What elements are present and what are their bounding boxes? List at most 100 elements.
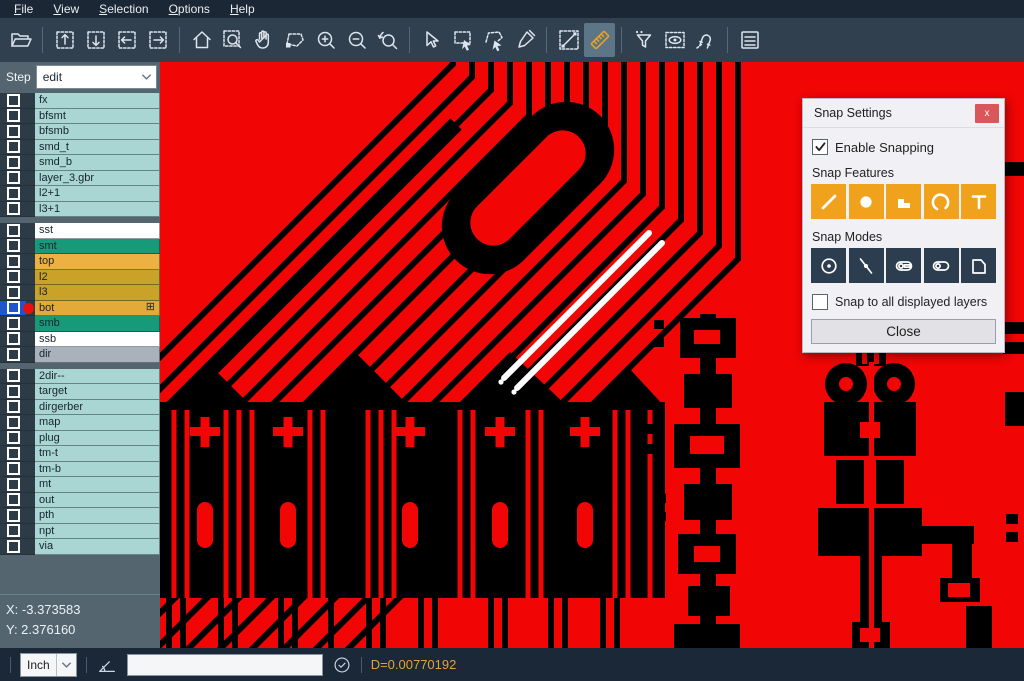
select-arrow-button[interactable] xyxy=(416,23,447,57)
layer-row[interactable]: smt ⊞ xyxy=(0,239,160,255)
snap-mode-slot-filled-button[interactable] xyxy=(886,248,921,283)
layer-visibility-checkbox[interactable] xyxy=(0,186,26,202)
layer-row[interactable]: tm-b ⊞ xyxy=(0,462,160,478)
filter-button[interactable] xyxy=(628,23,659,57)
pan-hand-button[interactable] xyxy=(248,23,279,57)
zoom-previous-button[interactable] xyxy=(372,23,403,57)
layer-visibility-checkbox[interactable] xyxy=(0,202,26,218)
pan-down-button[interactable] xyxy=(80,23,111,57)
layer-visibility-checkbox[interactable] xyxy=(0,462,26,478)
close-button[interactable]: Close xyxy=(811,319,996,344)
layer-row[interactable]: bot ⊞ xyxy=(0,301,160,317)
command-input[interactable] xyxy=(127,654,323,676)
layer-visibility-checkbox[interactable] xyxy=(0,384,26,400)
layer-row[interactable]: 2dir-- ⊞ xyxy=(0,369,160,385)
layer-row[interactable]: sst ⊞ xyxy=(0,223,160,239)
snap-feature-arc-button[interactable] xyxy=(924,184,959,219)
snap-feature-line-button[interactable] xyxy=(811,184,846,219)
zoom-out-button[interactable] xyxy=(341,23,372,57)
layer-row[interactable]: npt ⊞ xyxy=(0,524,160,540)
layer-visibility-checkbox[interactable] xyxy=(0,171,26,187)
layer-visibility-checkbox[interactable] xyxy=(0,431,26,447)
enable-snapping-checkbox[interactable] xyxy=(812,139,828,155)
zoom-home-button[interactable] xyxy=(186,23,217,57)
all-layers-row[interactable]: Snap to all displayed layers xyxy=(812,294,996,310)
select-polygon-button[interactable] xyxy=(478,23,509,57)
layer-visibility-checkbox[interactable] xyxy=(0,285,26,301)
snap-mode-midpoint-button[interactable] xyxy=(849,248,884,283)
report-button[interactable] xyxy=(734,23,765,57)
layer-visibility-checkbox[interactable] xyxy=(0,316,26,332)
layer-row[interactable]: smb ⊞ xyxy=(0,316,160,332)
layer-visibility-checkbox[interactable] xyxy=(0,155,26,171)
layer-visibility-checkbox[interactable] xyxy=(0,109,26,125)
layer-row[interactable]: map ⊞ xyxy=(0,415,160,431)
layer-visibility-checkbox[interactable] xyxy=(0,493,26,509)
all-layers-checkbox[interactable] xyxy=(812,294,828,310)
menu-selection[interactable]: Selection xyxy=(89,1,158,18)
menu-help[interactable]: Help xyxy=(220,1,265,18)
layer-row[interactable]: bfsmt ⊞ xyxy=(0,109,160,125)
snap-mode-slot-outline-button[interactable] xyxy=(924,248,959,283)
pan-up-button[interactable] xyxy=(49,23,80,57)
layer-row[interactable]: bfsmb ⊞ xyxy=(0,124,160,140)
layer-row[interactable]: dirgerber ⊞ xyxy=(0,400,160,416)
layer-row[interactable]: l3 ⊞ xyxy=(0,285,160,301)
layer-visibility-checkbox[interactable] xyxy=(0,508,26,524)
layer-row[interactable]: via ⊞ xyxy=(0,539,160,555)
measure-line-button[interactable] xyxy=(553,23,584,57)
layer-visibility-checkbox[interactable] xyxy=(0,332,26,348)
menu-view[interactable]: View xyxy=(43,1,89,18)
measure-ruler-button[interactable] xyxy=(584,23,615,57)
layer-visibility-checkbox[interactable] xyxy=(0,270,26,286)
pan-right-button[interactable] xyxy=(142,23,173,57)
layer-visibility-checkbox[interactable] xyxy=(0,140,26,156)
dialog-close-button[interactable]: x xyxy=(975,104,999,123)
dialog-titlebar[interactable]: Snap Settings x xyxy=(803,99,1004,128)
snap-mode-center-button[interactable] xyxy=(811,248,846,283)
layer-visibility-checkbox[interactable] xyxy=(0,446,26,462)
snap-feature-pad-button[interactable] xyxy=(849,184,884,219)
layer-row[interactable]: tm-t ⊞ xyxy=(0,446,160,462)
layer-row[interactable]: layer_3.gbr ⊞ xyxy=(0,171,160,187)
layer-row[interactable]: l2+1 ⊞ xyxy=(0,186,160,202)
snap-magnet-button[interactable] xyxy=(690,23,721,57)
layer-row[interactable]: smd_t ⊞ xyxy=(0,140,160,156)
zoom-area-button[interactable] xyxy=(279,23,310,57)
layer-row[interactable]: fx ⊞ xyxy=(0,93,160,109)
layer-visibility-checkbox[interactable] xyxy=(0,93,26,109)
zoom-in-button[interactable] xyxy=(310,23,341,57)
layer-visibility-checkbox[interactable] xyxy=(0,254,26,270)
snap-feature-text-button[interactable] xyxy=(961,184,996,219)
layer-row[interactable]: l2 ⊞ xyxy=(0,270,160,286)
pan-left-button[interactable] xyxy=(111,23,142,57)
layer-row[interactable]: mt ⊞ xyxy=(0,477,160,493)
layer-visibility-checkbox[interactable] xyxy=(0,415,26,431)
snap-mode-contour-button[interactable] xyxy=(961,248,996,283)
layer-row[interactable]: l3+1 ⊞ xyxy=(0,202,160,218)
layer-visibility-checkbox[interactable] xyxy=(0,239,26,255)
angle-mode-button[interactable] xyxy=(96,654,118,676)
open-button[interactable] xyxy=(5,23,36,57)
select-rectangle-button[interactable] xyxy=(447,23,478,57)
unit-select[interactable]: Inch xyxy=(20,653,77,677)
layer-row[interactable]: ssb ⊞ xyxy=(0,332,160,348)
layer-visibility-checkbox[interactable] xyxy=(0,369,26,385)
zoom-window-button[interactable] xyxy=(217,23,248,57)
snap-feature-surface-button[interactable] xyxy=(886,184,921,219)
step-select[interactable]: edit xyxy=(36,65,157,89)
apply-button[interactable] xyxy=(332,655,352,675)
layer-row[interactable]: target ⊞ xyxy=(0,384,160,400)
layer-visibility-checkbox[interactable] xyxy=(0,223,26,239)
view-options-button[interactable] xyxy=(659,23,690,57)
layer-visibility-checkbox[interactable] xyxy=(0,347,26,363)
layer-visibility-checkbox[interactable] xyxy=(0,400,26,416)
layer-row[interactable]: plug ⊞ xyxy=(0,431,160,447)
layer-row[interactable]: out ⊞ xyxy=(0,493,160,509)
layer-visibility-checkbox[interactable] xyxy=(0,524,26,540)
layer-row[interactable]: smd_b ⊞ xyxy=(0,155,160,171)
layer-row[interactable]: pth ⊞ xyxy=(0,508,160,524)
enable-snapping-row[interactable]: Enable Snapping xyxy=(812,139,996,155)
layer-visibility-checkbox[interactable] xyxy=(0,477,26,493)
layer-row[interactable]: top ⊞ xyxy=(0,254,160,270)
